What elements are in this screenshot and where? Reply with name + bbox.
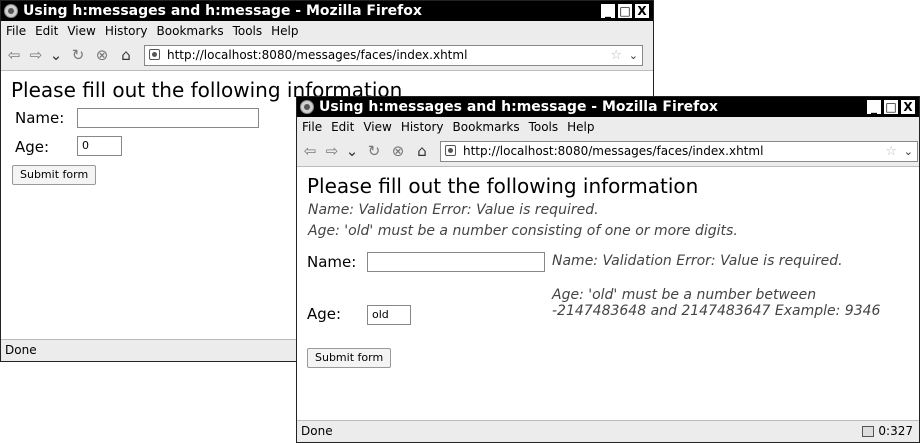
name-input[interactable] (367, 252, 545, 272)
page-icon (149, 49, 160, 60)
reload-icon[interactable]: ↻ (69, 46, 87, 64)
home-icon[interactable]: ⌂ (413, 142, 431, 160)
name-label: Name: (15, 109, 65, 127)
star-icon[interactable]: ☆ (885, 142, 897, 161)
home-icon[interactable]: ⌂ (117, 46, 135, 64)
navigation-toolbar: ⇦ ⇨ ⌄ ↻ ⊗ ⌂ http://localhost:8080/messag… (297, 137, 919, 167)
stop-icon[interactable]: ⊗ (93, 46, 111, 64)
back-arrow-icon[interactable]: ⇦ (301, 142, 319, 160)
submit-button[interactable]: Submit form (12, 165, 97, 185)
window-controls: _ □ X (599, 3, 650, 19)
status-text: Done (301, 424, 333, 438)
maximize-button[interactable]: □ (883, 99, 899, 115)
window-title: Using h:messages and h:message - Mozilla… (23, 3, 422, 19)
menu-bar: File Edit View History Bookmarks Tools Help (297, 117, 919, 137)
page-heading: Please fill out the following informatio… (307, 174, 699, 198)
page-content: Please fill out the following informatio… (297, 167, 919, 420)
menu-tools[interactable]: Tools (529, 120, 559, 134)
menu-help[interactable]: Help (567, 120, 594, 134)
maximize-button[interactable]: □ (617, 3, 633, 19)
url-bar[interactable]: http://localhost:8080/messages/faces/ind… (440, 141, 918, 162)
menu-bookmarks[interactable]: Bookmarks (157, 24, 224, 38)
window-title: Using h:messages and h:message - Mozilla… (319, 99, 718, 115)
forward-arrow-icon[interactable]: ⇨ (27, 46, 45, 64)
url-bar[interactable]: http://localhost:8080/messages/faces/ind… (144, 45, 643, 66)
menu-help[interactable]: Help (271, 24, 298, 38)
menu-file[interactable]: File (302, 120, 322, 134)
history-dropdown-icon[interactable]: ⌄ (47, 46, 65, 64)
menu-bar: File Edit View History Bookmarks Tools Help (1, 21, 653, 41)
menu-history[interactable]: History (401, 120, 444, 134)
menu-view[interactable]: View (67, 24, 95, 38)
age-input[interactable]: old (367, 305, 411, 325)
forward-arrow-icon[interactable]: ⇨ (323, 142, 341, 160)
global-message-name: Name: Validation Error: Value is require… (308, 202, 599, 218)
name-label: Name: (307, 253, 357, 271)
reload-icon[interactable]: ↻ (365, 142, 383, 160)
star-icon[interactable]: ☆ (610, 46, 622, 65)
age-input[interactable]: 0 (77, 136, 122, 156)
status-timer: 0:327 (862, 421, 913, 441)
menu-history[interactable]: History (105, 24, 148, 38)
back-arrow-icon[interactable]: ⇦ (5, 46, 23, 64)
status-bar: Done 0:327 (297, 420, 919, 442)
menu-tools[interactable]: Tools (233, 24, 263, 38)
url-text: http://localhost:8080/messages/faces/ind… (167, 48, 468, 62)
status-text: Done (5, 343, 37, 357)
menu-view[interactable]: View (363, 120, 391, 134)
menu-file[interactable]: File (6, 24, 26, 38)
global-message-age: Age: 'old' must be a number consisting o… (308, 223, 738, 239)
timer-text: 0:327 (878, 424, 913, 438)
minimize-button[interactable]: _ (866, 99, 882, 115)
close-button[interactable]: X (634, 3, 650, 19)
url-dropdown-icon[interactable]: ⌄ (629, 46, 638, 65)
menu-edit[interactable]: Edit (35, 24, 58, 38)
firefox-icon (4, 4, 18, 18)
browser-window-2: Using h:messages and h:message - Mozilla… (296, 96, 920, 443)
age-error-message: Age: 'old' must be a number between -214… (552, 287, 881, 319)
close-button[interactable]: X (900, 99, 916, 115)
url-text: http://localhost:8080/messages/faces/ind… (463, 144, 764, 158)
minimize-button[interactable]: _ (600, 3, 616, 19)
firefox-icon (300, 100, 314, 114)
name-error-message: Name: Validation Error: Value is require… (552, 253, 843, 269)
menu-bookmarks[interactable]: Bookmarks (453, 120, 520, 134)
history-dropdown-icon[interactable]: ⌄ (343, 142, 361, 160)
menu-edit[interactable]: Edit (331, 120, 354, 134)
url-dropdown-icon[interactable]: ⌄ (904, 142, 913, 161)
page-icon (445, 145, 456, 156)
age-label: Age: (307, 305, 342, 323)
title-bar[interactable]: Using h:messages and h:message - Mozilla… (297, 97, 919, 117)
navigation-toolbar: ⇦ ⇨ ⌄ ↻ ⊗ ⌂ http://localhost:8080/messag… (1, 41, 653, 71)
timer-icon (862, 426, 875, 437)
window-controls: _ □ X (865, 99, 916, 115)
name-input[interactable] (77, 108, 259, 128)
stop-icon[interactable]: ⊗ (389, 142, 407, 160)
submit-button[interactable]: Submit form (307, 348, 392, 368)
age-label: Age: (15, 138, 50, 156)
title-bar[interactable]: Using h:messages and h:message - Mozilla… (1, 1, 653, 21)
